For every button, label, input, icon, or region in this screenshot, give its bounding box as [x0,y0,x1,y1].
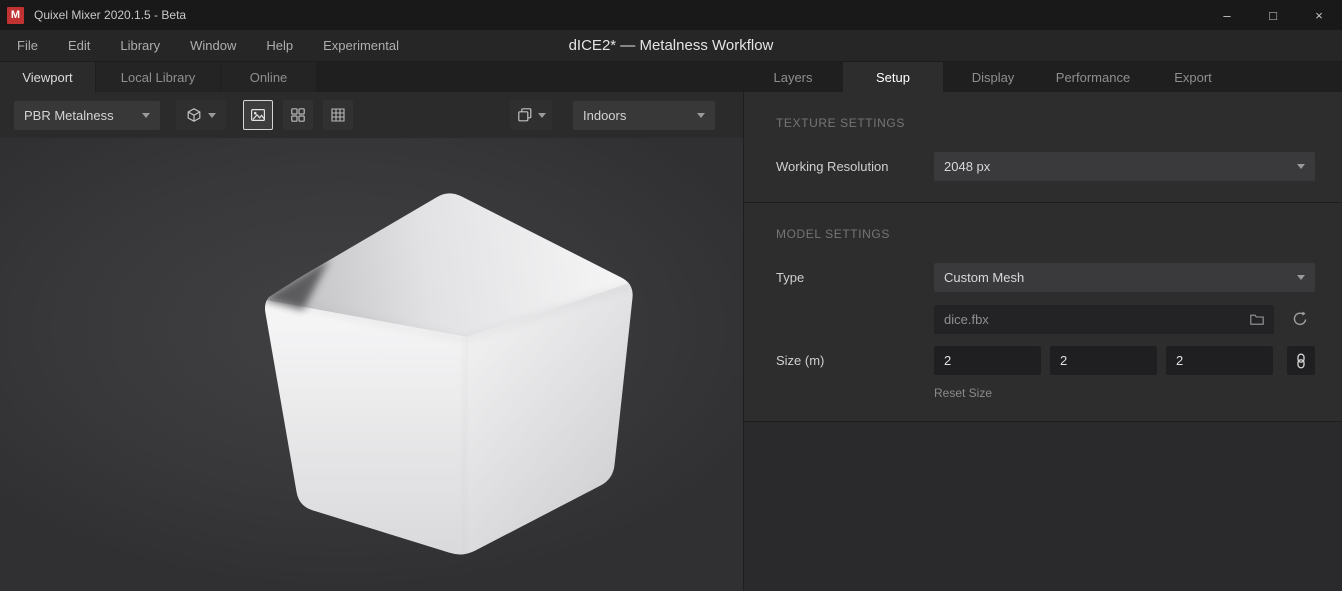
mesh-file-field[interactable]: dice.fbx [934,304,1274,334]
chevron-down-icon [142,112,150,118]
chevron-down-icon [1297,275,1305,280]
viewport-layout-dropdown[interactable] [510,100,552,130]
mesh-type-dropdown[interactable]: Custom Mesh [934,263,1315,292]
tab-viewport-label: Viewport [22,69,73,85]
size-y-input[interactable] [1050,346,1157,375]
tab-bar: Viewport Local Library Online Layers Set… [0,62,1342,92]
size-z-input[interactable] [1166,346,1273,375]
dice-model [265,193,633,555]
tab-performance[interactable]: Performance [1043,62,1143,92]
chevron-down-icon [208,112,216,118]
tab-display-label: Display [971,69,1015,85]
type-row: Type Custom Mesh [744,263,1342,292]
panel-empty-area [744,422,1342,591]
size-x-input[interactable] [934,346,1041,375]
tab-setup-label: Setup [876,69,910,85]
chevron-down-icon [697,112,705,118]
viewport-column: PBR Metalness Indoors [0,92,743,591]
viewport-display-toggles [243,100,353,130]
tab-online[interactable]: Online [221,62,316,92]
tab-layers[interactable]: Layers [743,62,843,92]
menu-item-window[interactable]: Window [175,30,251,62]
menu-item-file[interactable]: File [2,30,53,62]
menu-item-library[interactable]: Library [105,30,175,62]
tab-layers-label: Layers [773,69,813,85]
app-title: Quixel Mixer 2020.1.5 - Beta [34,8,187,22]
tab-performance-label: Performance [1055,69,1131,85]
working-resolution-row: Working Resolution 2048 px [744,152,1342,181]
app-logo-icon: M [7,6,24,24]
tab-local-library[interactable]: Local Library [96,62,220,92]
menu-bar: File Edit Library Window Help Experiment… [0,30,1342,62]
four-squares-icon [290,107,306,123]
app-logo-letter: M [10,9,21,21]
grid-view-button[interactable] [323,100,353,130]
model-settings-heading: MODEL SETTINGS [776,227,890,241]
menu-item-experimental[interactable]: Experimental [308,30,414,62]
working-resolution-label: Working Resolution [776,159,889,174]
tiling-view-button[interactable] [283,100,313,130]
tab-local-library-label: Local Library [120,69,196,85]
minimize-button[interactable]: – [1204,0,1250,30]
chevron-down-icon [537,112,546,118]
folder-icon[interactable] [1249,311,1265,327]
tab-display[interactable]: Display [943,62,1043,92]
shading-mode-dropdown[interactable]: PBR Metalness [14,100,160,130]
right-tab-group: Layers Setup Display Performance Export [743,62,1342,92]
refresh-icon [1291,310,1309,328]
working-resolution-dropdown[interactable]: 2048 px [934,152,1315,181]
close-button[interactable]: × [1296,0,1342,30]
mesh-type-value: Custom Mesh [944,270,1025,285]
tab-viewport[interactable]: Viewport [0,62,95,92]
grid-icon [330,107,346,123]
mesh-file-row: dice.fbx [744,304,1342,334]
window-controls: – □ × [1204,0,1342,30]
viewport-canvas[interactable] [0,138,743,591]
maximize-button[interactable]: □ [1250,0,1296,30]
mesh-display-dropdown[interactable] [176,100,226,130]
environment-dropdown[interactable]: Indoors [573,100,715,130]
tab-export[interactable]: Export [1143,62,1243,92]
working-resolution-value: 2048 px [944,159,991,174]
environment-value: Indoors [583,107,627,123]
layout-panes-icon [517,107,533,123]
type-label: Type [776,270,805,285]
image-icon [250,107,266,123]
link-dimensions-button[interactable] [1287,346,1315,375]
shading-mode-value: PBR Metalness [24,107,114,123]
size-label: Size (m) [776,353,825,368]
tab-export-label: Export [1174,69,1212,85]
reset-size-row: Reset Size [744,385,1342,400]
left-tab-group: Viewport Local Library Online [0,62,743,92]
app-window: M Quixel Mixer 2020.1.5 - Beta – □ × Fil… [0,0,1342,591]
main-area: PBR Metalness Indoors TEXTURE SETTINGS W… [0,92,1342,591]
chevron-down-icon [1297,164,1305,169]
chain-link-icon [1293,353,1309,369]
viewport-toolbar: PBR Metalness Indoors [0,92,743,138]
tab-setup[interactable]: Setup [843,62,943,92]
tab-online-label: Online [249,69,288,85]
texture-settings-heading: TEXTURE SETTINGS [776,116,905,130]
reload-mesh-button[interactable] [1285,304,1315,334]
menu-item-help[interactable]: Help [251,30,308,62]
cube-icon [186,107,202,123]
section-divider [744,202,1342,203]
mesh-file-name: dice.fbx [944,311,989,327]
title-bar: M Quixel Mixer 2020.1.5 - Beta – □ × [0,0,1342,30]
size-row: Size (m) [744,346,1342,375]
textured-view-button[interactable] [243,100,273,130]
reset-size-link[interactable]: Reset Size [934,386,992,400]
setup-panel: TEXTURE SETTINGS Working Resolution 2048… [743,92,1342,591]
menu-item-edit[interactable]: Edit [53,30,105,62]
